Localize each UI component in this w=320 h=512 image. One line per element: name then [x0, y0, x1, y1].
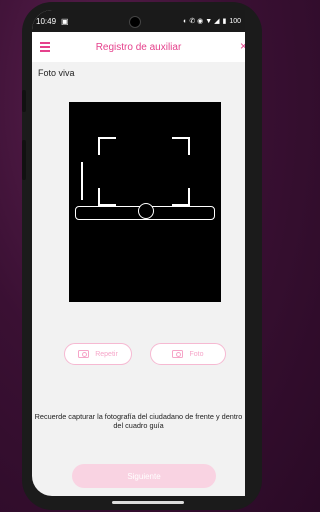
battery-icon: ▮ [222, 18, 227, 25]
home-indicator[interactable] [112, 501, 184, 504]
focus-indicator [81, 162, 83, 200]
camera-icon [172, 350, 184, 358]
volume-button [22, 90, 26, 112]
guide-corner-top-left [98, 137, 116, 155]
front-camera [129, 16, 141, 28]
guide-corner-bottom-right [172, 188, 190, 206]
side-button [22, 140, 26, 180]
photo-button[interactable]: Foto [150, 343, 226, 365]
app-bar: Registro de auxiliar × [32, 32, 245, 62]
page-title: Registro de auxiliar [95, 41, 182, 53]
photo-button-label: Foto [189, 350, 204, 358]
instructions-text: Recuerde capturar la fotografía del ciud… [34, 412, 243, 430]
close-icon[interactable]: × [240, 39, 245, 53]
camera-preview[interactable] [69, 102, 221, 302]
repeat-button-label: Repetir [95, 350, 118, 358]
guide-corner-bottom-left [98, 188, 116, 206]
guide-corner-top-right [172, 137, 190, 155]
next-button[interactable]: Siguiente [72, 464, 216, 488]
camera-icon [78, 350, 90, 358]
zoom-slider[interactable] [75, 203, 215, 220]
repeat-button[interactable]: Repetir [64, 343, 132, 365]
menu-icon[interactable] [40, 42, 50, 54]
phone-screen: 10:49 ▣ ◐ ✆ ◉ ▼ ◢ ▮ 100 Registro de auxi… [32, 10, 245, 496]
zoom-slider-knob[interactable] [138, 203, 154, 219]
battery-level: 100 [229, 17, 241, 25]
notification-icons: ◐ ✆ ◉ ▼ ◢ [183, 18, 220, 25]
section-label: Foto viva [38, 68, 75, 78]
status-time: 10:49 [36, 16, 57, 26]
image-icon: ▣ [61, 16, 69, 26]
